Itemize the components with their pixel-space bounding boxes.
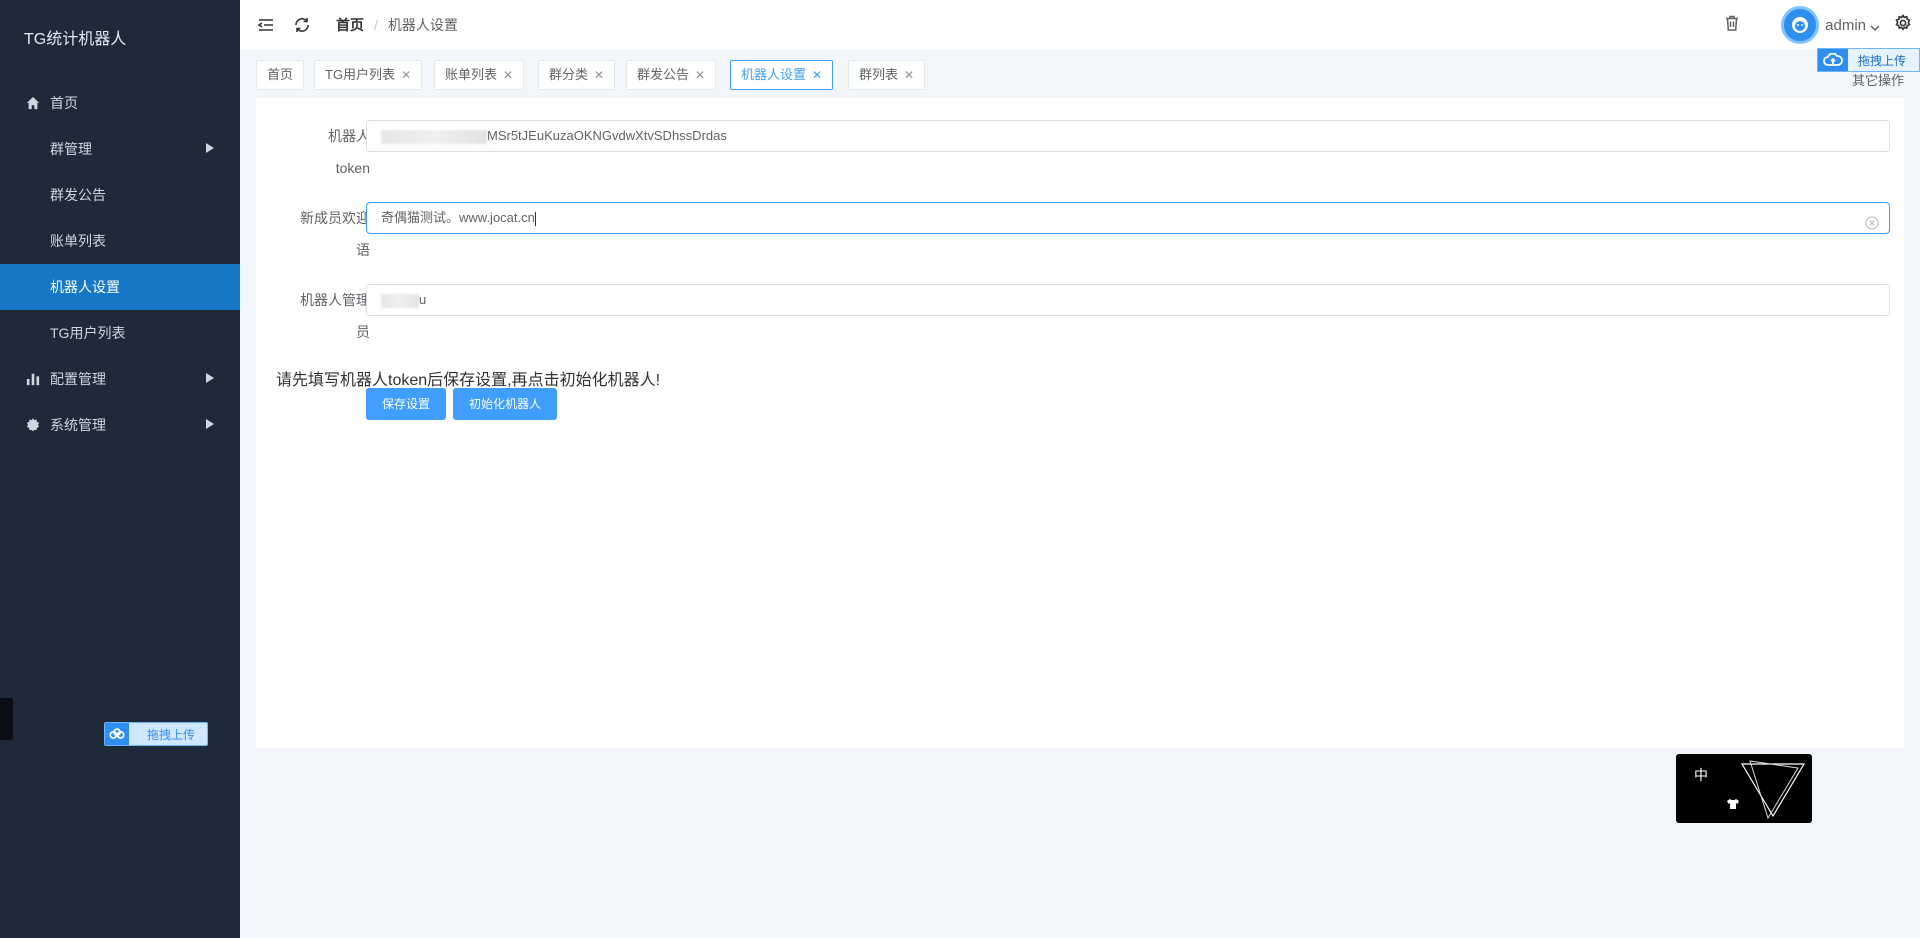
upload-label: 拖拽上传 — [147, 727, 196, 742]
close-icon[interactable]: ✕ — [503, 68, 513, 82]
tag-label: 机器人设置 — [741, 67, 807, 82]
menu-fold-icon[interactable] — [256, 15, 276, 35]
bar-chart-icon — [26, 372, 40, 386]
tag-label: 首页 — [267, 67, 294, 82]
grid-icon — [26, 142, 40, 156]
sidebar-item-system[interactable]: 系统管理 — [0, 402, 240, 448]
sidebar-item-bot-settings[interactable]: 机器人设置 — [0, 264, 240, 310]
floating-widget: 中 — [1676, 754, 1812, 823]
breadcrumb-home[interactable]: 首页 — [336, 15, 364, 35]
token-label: 机器人 token — [328, 128, 370, 176]
avatar[interactable] — [1781, 6, 1820, 44]
sidebar-item-label: 首页 — [50, 95, 78, 111]
sidebar: TG统计机器人 首页 群管理 群发公告 账单列表 机器人设置 TG用户列表 配置… — [0, 0, 240, 938]
drag-upload-button[interactable]: 拖拽上传 — [104, 722, 208, 746]
other-operations-dropdown[interactable]: 其它操作 — [1852, 70, 1904, 89]
chevron-down-icon[interactable] — [1870, 20, 1880, 32]
sidebar-item-tg-users[interactable]: TG用户列表 — [0, 310, 240, 356]
admin-label: 机器人管理员 — [300, 292, 370, 340]
tag-broadcast[interactable]: 群发公告 ✕ — [626, 60, 717, 90]
language-toggle[interactable]: 中 — [1694, 765, 1708, 785]
username[interactable]: admin — [1825, 17, 1866, 34]
welcome-label: 新成员欢迎语 — [300, 210, 370, 258]
sidebar-item-label: 账单列表 — [50, 233, 106, 249]
tag-label: 群发公告 — [637, 67, 690, 82]
sidebar-item-label: 系统管理 — [50, 417, 106, 433]
sidebar-item-group-management[interactable]: 群管理 — [0, 126, 240, 172]
sidebar-item-label: 群管理 — [50, 141, 92, 157]
tag-label: 账单列表 — [445, 67, 498, 82]
moon-icon[interactable] — [1696, 794, 1710, 810]
breadcrumb: 首页 / 机器人设置 — [336, 15, 458, 35]
sidebar-item-bills[interactable]: 账单列表 — [0, 218, 240, 264]
header-right: admin — [1723, 0, 1920, 50]
breadcrumb-separator: / — [374, 17, 378, 33]
top-header: 首页 / 机器人设置 admin — [240, 0, 1920, 50]
gear-icon — [26, 418, 40, 432]
tag-bot-settings[interactable]: 机器人设置 ✕ — [730, 60, 834, 90]
close-icon[interactable]: ✕ — [695, 68, 705, 82]
sidebar-item-label: 群发公告 — [50, 187, 106, 203]
close-icon[interactable]: ✕ — [401, 68, 411, 82]
cloud-upload-icon — [1818, 49, 1848, 71]
text-caret — [534, 211, 536, 226]
upload-label: 拖拽上传 — [1858, 53, 1907, 68]
grid-icon — [26, 188, 40, 202]
bot-settings-card: 机器人 token MSr5tJEuKuzaOKNGvdwXtvSDhssDrda… — [256, 98, 1904, 748]
caret-right-icon — [206, 419, 214, 429]
tag-label: 群分类 — [549, 67, 589, 82]
welcome-message-input[interactable]: 奇偶猫测试。www.jocat.cn — [366, 202, 1890, 234]
grid-icon — [26, 326, 40, 340]
clear-circle-icon[interactable] — [1865, 211, 1879, 230]
redacted-blur — [381, 293, 419, 308]
tag-group-category[interactable]: 群分类 ✕ — [538, 60, 616, 90]
grid-icon — [26, 234, 40, 248]
close-icon[interactable]: ✕ — [594, 68, 604, 82]
triangle-logo-icon — [1740, 760, 1806, 820]
close-icon[interactable]: ✕ — [904, 68, 914, 82]
tag-label: 群列表 — [859, 67, 899, 82]
tag-label: TG用户列表 — [325, 67, 396, 82]
caret-right-icon — [206, 143, 214, 153]
sidebar-item-config[interactable]: 配置管理 — [0, 356, 240, 402]
close-icon[interactable]: ✕ — [812, 68, 822, 82]
redacted-blur — [381, 129, 487, 144]
home-icon — [26, 96, 40, 110]
cloud-icon — [105, 723, 129, 745]
sidebar-item-label: 配置管理 — [50, 371, 106, 387]
trash-icon[interactable] — [1723, 14, 1741, 37]
app-title: TG统计机器人 — [24, 31, 127, 48]
tag-group-list[interactable]: 群列表 ✕ — [848, 60, 926, 90]
breadcrumb-current: 机器人设置 — [387, 17, 458, 33]
grid-icon — [26, 280, 40, 294]
token-input[interactable]: MSr5tJEuKuzaOKNGvdwXtvSDhssDrdas — [366, 120, 1890, 152]
sidebar-item-broadcast[interactable]: 群发公告 — [0, 172, 240, 218]
settings-gear-icon[interactable] — [1894, 13, 1912, 37]
sidebar-item-label: TG用户列表 — [50, 325, 126, 341]
save-settings-button[interactable]: 保存设置 — [366, 388, 447, 420]
instruction-notice: 请先填写机器人token后保存设置,再点击初始化机器人! — [276, 372, 661, 389]
tag-bills[interactable]: 账单列表 ✕ — [434, 60, 525, 90]
tag-home[interactable]: 首页 — [256, 60, 305, 90]
tag-tg-users[interactable]: TG用户列表 ✕ — [314, 60, 423, 90]
tags-view: 首页 TG用户列表 ✕ 账单列表 ✕ 群分类 ✕ 群发公告 ✕ 机器人设置 ✕ 群列表 ✕ … — [240, 50, 1920, 98]
sidebar-item-home[interactable]: 首页 — [0, 80, 240, 126]
bot-admin-input[interactable]: u — [366, 284, 1890, 316]
sidebar-item-label: 机器人设置 — [50, 279, 120, 295]
side-handle[interactable] — [0, 698, 13, 740]
drag-upload-button-top[interactable]: 拖拽上传 — [1817, 48, 1920, 72]
caret-right-icon — [206, 373, 214, 383]
refresh-icon[interactable] — [292, 15, 312, 35]
init-bot-button[interactable]: 初始化机器人 — [453, 388, 558, 420]
